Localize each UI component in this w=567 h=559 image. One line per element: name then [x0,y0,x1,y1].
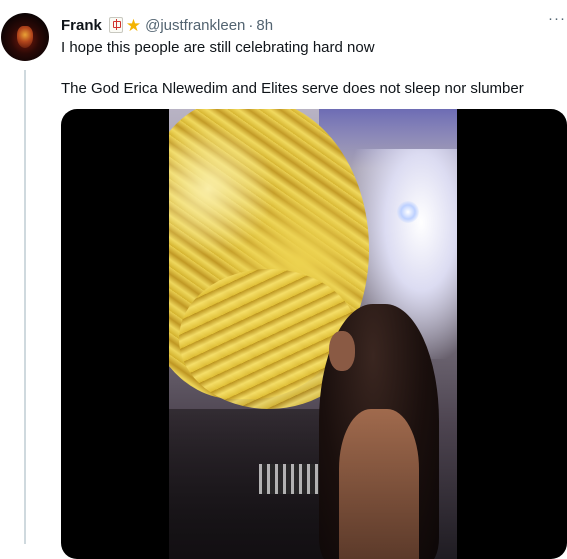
timestamp[interactable]: 8h [256,17,273,34]
tweet-header: Frank ★ @justfrankleen · 8h [61,15,273,35]
avatar-emblem-icon [17,26,33,48]
user-handle[interactable]: @justfrankleen [145,17,245,34]
video-player[interactable] [61,109,567,559]
separator-dot: · [248,16,254,34]
mahjong-tile-icon [108,17,123,33]
frame-face [329,331,355,371]
frame-shoulder [339,409,419,559]
star-icon: ★ [125,15,142,35]
tweet-text-line-2: The God Erica Nlewedim and Elites serve … [61,80,524,97]
frame-lamp [397,201,419,223]
more-options-icon[interactable]: ··· [545,11,567,33]
thread-line [24,70,26,544]
tweet-text-line-1: I hope this people are still celebrating… [61,39,375,56]
display-name[interactable]: Frank [61,17,102,34]
avatar[interactable] [1,13,49,61]
video-frame [169,109,457,559]
